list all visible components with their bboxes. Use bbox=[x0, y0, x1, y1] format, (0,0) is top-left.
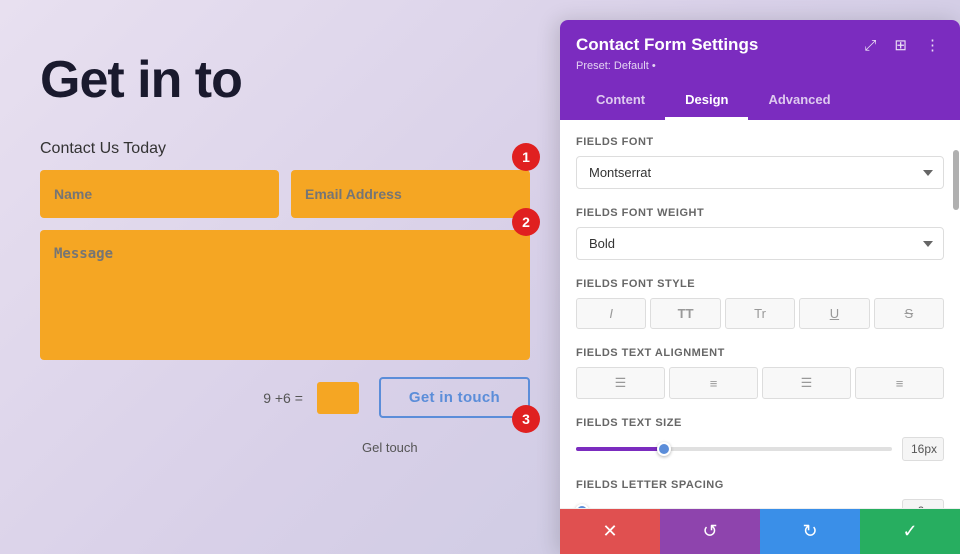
scroll-indicator bbox=[953, 150, 959, 210]
fields-font-weight-label: Fields Font Weight bbox=[576, 207, 944, 219]
align-right-button[interactable]: ☰ bbox=[762, 367, 851, 399]
page-title: Get in to bbox=[40, 50, 242, 110]
letter-spacing-thumb[interactable] bbox=[575, 504, 589, 508]
redo-icon: ↻ bbox=[802, 521, 817, 542]
fields-font-label: Fields Font bbox=[576, 136, 944, 148]
text-size-value: 16px bbox=[902, 437, 944, 461]
fields-font-group: Fields Font Montserrat bbox=[576, 136, 944, 189]
fields-font-select[interactable]: Montserrat bbox=[576, 156, 944, 189]
fields-font-style-label: Fields Font Style bbox=[576, 278, 944, 290]
tab-design[interactable]: Design bbox=[665, 82, 748, 120]
panel-footer: ✕ ↺ ↻ ✓ bbox=[560, 508, 960, 554]
slider-fill bbox=[576, 447, 664, 451]
text-align-buttons: ☰ ≡ ☰ ≡ bbox=[576, 367, 944, 399]
step-badge-3: 3 bbox=[512, 405, 540, 433]
confirm-button[interactable]: ✓ bbox=[860, 509, 960, 554]
align-justify-button[interactable]: ≡ bbox=[855, 367, 944, 399]
text-size-slider[interactable] bbox=[576, 447, 892, 451]
slider-track bbox=[576, 447, 892, 451]
panel-tabs: Content Design Advanced bbox=[576, 82, 944, 120]
grid-icon-button[interactable]: ⊞ bbox=[890, 34, 911, 56]
expand-icon: ⤢ bbox=[864, 37, 876, 54]
fields-letter-spacing-group: Fields Letter Spacing 0px bbox=[576, 479, 944, 508]
step-badge-2: 2 bbox=[512, 208, 540, 236]
tab-content[interactable]: Content bbox=[576, 82, 665, 120]
expand-icon-button[interactable]: ⤢ bbox=[860, 35, 880, 56]
text-size-slider-row: 16px bbox=[576, 437, 944, 461]
panel-header: Contact Form Settings ⤢ ⊞ ⋮ Preset: Defa… bbox=[560, 20, 960, 120]
strikethrough-button[interactable]: S bbox=[874, 298, 944, 329]
letter-spacing-value: 0px bbox=[902, 499, 944, 508]
contact-label: Contact Us Today bbox=[40, 140, 530, 158]
redo-button[interactable]: ↻ bbox=[760, 509, 860, 554]
tab-advanced[interactable]: Advanced bbox=[748, 82, 850, 120]
letter-spacing-slider-row: 0px bbox=[576, 499, 944, 508]
grid-icon: ⊞ bbox=[894, 36, 907, 54]
contact-section: Contact Us Today 9 +6 = Get in touch bbox=[40, 140, 530, 418]
fields-text-align-label: Fields Text Alignment bbox=[576, 347, 944, 359]
confirm-icon: ✓ bbox=[902, 521, 917, 542]
underline-button[interactable]: U bbox=[799, 298, 869, 329]
cancel-button[interactable]: ✕ bbox=[560, 509, 660, 554]
italic-button[interactable]: I bbox=[576, 298, 646, 329]
captcha-box bbox=[317, 382, 359, 414]
fields-text-size-group: Fields Text Size 16px bbox=[576, 417, 944, 461]
more-icon-button[interactable]: ⋮ bbox=[921, 34, 944, 56]
fields-letter-spacing-label: Fields Letter Spacing bbox=[576, 479, 944, 491]
captcha-text: 9 +6 = bbox=[263, 390, 303, 406]
fields-font-weight-select[interactable]: Bold bbox=[576, 227, 944, 260]
step-badge-1: 1 bbox=[512, 143, 540, 171]
message-textarea[interactable] bbox=[40, 230, 530, 360]
align-center-button[interactable]: ≡ bbox=[669, 367, 758, 399]
undo-button[interactable]: ↺ bbox=[660, 509, 760, 554]
align-left-button[interactable]: ☰ bbox=[576, 367, 665, 399]
more-icon: ⋮ bbox=[925, 36, 940, 54]
panel-header-icons: ⤢ ⊞ ⋮ bbox=[860, 34, 944, 56]
panel-body: Fields Font Montserrat Fields Font Weigh… bbox=[560, 120, 960, 508]
settings-panel: Contact Form Settings ⤢ ⊞ ⋮ Preset: Defa… bbox=[560, 20, 960, 554]
name-input[interactable] bbox=[40, 170, 279, 218]
panel-header-top: Contact Form Settings ⤢ ⊞ ⋮ bbox=[576, 34, 944, 56]
email-input[interactable] bbox=[291, 170, 530, 218]
fields-font-style-group: Fields Font Style I TT Tr U S bbox=[576, 278, 944, 329]
capitalize-button[interactable]: Tr bbox=[725, 298, 795, 329]
submit-button[interactable]: Get in touch bbox=[379, 377, 530, 418]
fields-font-weight-group: Fields Font Weight Bold bbox=[576, 207, 944, 260]
form-name-email-row bbox=[40, 170, 530, 218]
panel-title: Contact Form Settings bbox=[576, 35, 758, 55]
fields-text-size-label: Fields Text Size bbox=[576, 417, 944, 429]
undo-icon: ↺ bbox=[702, 521, 717, 542]
uppercase-button[interactable]: TT bbox=[650, 298, 720, 329]
cancel-icon: ✕ bbox=[602, 521, 617, 542]
gel-touch-label: Gel touch bbox=[362, 440, 418, 455]
fields-text-align-group: Fields Text Alignment ☰ ≡ ☰ ≡ bbox=[576, 347, 944, 399]
panel-preset: Preset: Default • bbox=[576, 60, 944, 72]
slider-thumb[interactable] bbox=[657, 442, 671, 456]
form-footer: 9 +6 = Get in touch bbox=[40, 377, 530, 418]
font-style-buttons: I TT Tr U S bbox=[576, 298, 944, 329]
